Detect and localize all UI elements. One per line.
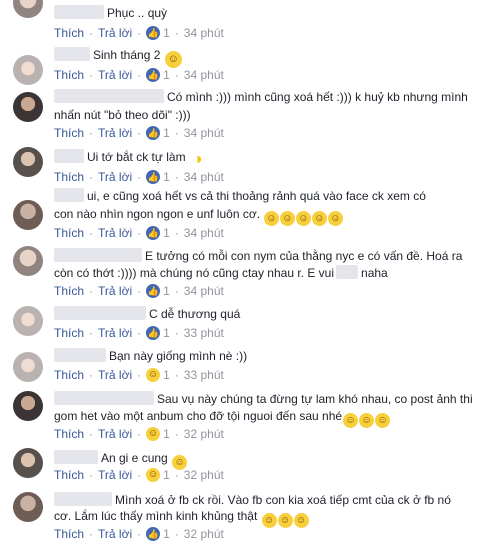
like-link[interactable]: Thích [54,284,84,298]
blurred-name[interactable] [54,348,106,362]
avatar[interactable] [13,92,43,122]
blurred-name[interactable] [54,47,90,61]
reply-link[interactable]: Trả lời [98,170,132,184]
like-link[interactable]: Thích [54,427,84,441]
comment-actions: Thích · Trả lời · ☺ 1 · 32 phút [54,468,224,482]
comment-text-line-2: cơ. Lắm lúc thấy mình kinh khủng thật ☺ ☺… [54,508,309,528]
comment-text-line-1: Có mình :))) mình cũng xoá hết :))) k hu… [54,89,468,105]
like-reaction-icon[interactable]: 👍 [146,170,161,184]
comment-text: Sinh tháng 2 ☺ [54,47,182,68]
comment-actions: Thích · Trả lời · ☺ 1 · 33 phút [54,368,224,382]
like-link[interactable]: Thích [54,368,84,382]
like-link[interactable]: Thích [54,68,84,82]
like-reaction-icon[interactable]: 👍 [146,26,161,40]
comment-text-line-2: còn có thớt :)))) mà chúng nó cũng ctay … [54,265,388,280]
haha-reaction-icon[interactable]: ☺ [146,368,161,382]
like-reaction-icon[interactable]: 👍 [146,527,161,541]
laughing-emoji-icon: ☺ [343,413,359,428]
comment-text: Phục .. quỳ [54,5,167,21]
reply-link[interactable]: Trả lời [98,68,132,82]
comment-actions: Thích · Trả lời · ☺ 1 · 32 phút [54,427,224,441]
comment-text-line-2: gom het vào một anbum cho đỡ tội nguoi đ… [54,408,391,428]
rofl-emoji-icon: ☺ [310,208,330,229]
comment-text-line-2: nhấn nút "bỏ theo dõi" :))) [54,108,191,122]
blurred-name[interactable] [54,188,84,202]
reply-link[interactable]: Trả lời [98,527,132,541]
blurred-name[interactable] [54,89,164,103]
laughing-emoji-icon: ☺ [277,513,293,528]
like-reaction-icon[interactable]: 👍 [146,68,161,82]
reply-link[interactable]: Trả lời [98,468,132,482]
blurred-name [336,265,359,279]
comment-actions: Thích · Trả lời · 👍 1 · 34 phút [54,26,224,40]
comment-actions: Thích · Trả lời · 👍 1 · 34 phút [54,126,224,140]
blurred-name[interactable] [54,391,154,405]
like-link[interactable]: Thích [54,326,84,340]
comment-text-line-1: Sau vụ này chúng ta đừng tự lam khó nhau… [54,391,473,407]
comment-actions: Thích · Trả lời · 👍 1 · 34 phút [54,68,224,82]
blurred-name[interactable] [54,306,146,320]
avatar[interactable] [13,147,43,177]
like-reaction-icon[interactable]: 👍 [146,226,161,240]
comment-actions: Thích · Trả lời · 👍 1 · 34 phút [54,170,224,184]
reply-link[interactable]: Trả lời [98,427,132,441]
comment-text: Ui tớ bắt ck tự làm ◑ [54,149,205,168]
rofl-emoji-icon: ☺ [326,208,346,229]
like-reaction-icon[interactable]: 👍 [146,126,161,140]
like-link[interactable]: Thích [54,126,84,140]
pacman-emoji-icon: ◑ [192,151,203,168]
blurred-name[interactable] [54,492,112,506]
comment-text-line-1: E tưởng có mỗi con nym của thằng nyc e c… [54,248,462,264]
reply-link[interactable]: Trả lời [98,126,132,140]
comment-text: Bạn này giống mình nè :)) [54,348,247,364]
blurred-name[interactable] [54,248,142,262]
laughing-emoji-icon: ☺ [261,513,277,528]
like-reaction-icon[interactable]: 👍 [146,326,161,340]
avatar[interactable] [13,306,43,336]
laughing-emoji-icon: ☺ [359,413,375,428]
laughing-emoji-icon: ☺ [375,413,391,428]
comment-text: An gi e cung ☺ [54,450,188,470]
avatar[interactable] [13,448,43,478]
rofl-emoji-icon: ☺ [262,208,282,229]
smile-emoji-icon: ☺ [164,51,182,68]
like-link[interactable]: Thích [54,226,84,240]
blurred-name[interactable] [54,149,84,163]
comment-actions: Thích · Trả lời · 👍 1 · 32 phút [54,527,224,541]
avatar[interactable] [13,55,43,85]
haha-reaction-icon[interactable]: ☺ [146,427,161,441]
comment-actions: Thích · Trả lời · 👍 1 · 34 phút [54,284,224,298]
avatar[interactable] [13,492,43,522]
like-link[interactable]: Thích [54,468,84,482]
comment-actions: Thích · Trả lời · 👍 1 · 34 phút [54,226,224,240]
comment-text-line-2: con nào nhìn ngon ngon e unf luôn cơ. ☺ ☺… [54,206,346,229]
blurred-name[interactable] [54,450,98,464]
comment-actions: Thích · Trả lời · 👍 1 · 33 phút [54,326,224,340]
rofl-emoji-icon: ☺ [294,208,314,229]
like-link[interactable]: Thích [54,527,84,541]
blurred-name[interactable] [54,5,104,19]
like-link[interactable]: Thích [54,26,84,40]
avatar[interactable] [13,391,43,421]
like-link[interactable]: Thích [54,170,84,184]
reply-link[interactable]: Trả lời [98,368,132,382]
rofl-emoji-icon: ☺ [278,208,298,229]
like-reaction-icon[interactable]: 👍 [146,284,161,298]
haha-reaction-icon[interactable]: ☺ [146,468,161,482]
laughing-emoji-icon: ☺ [293,513,309,528]
comment-text: C dễ thương quá [54,306,240,322]
reply-link[interactable]: Trả lời [98,26,132,40]
comment-text-line-1: Mình xoá ở fb ck rồi. Vào fb con kia xoá… [54,492,451,508]
avatar[interactable] [13,200,43,230]
avatar[interactable] [13,352,43,382]
avatar[interactable] [13,246,43,276]
avatar[interactable] [13,0,43,18]
reply-link[interactable]: Trả lời [98,226,132,240]
reply-link[interactable]: Trả lời [98,326,132,340]
reply-link[interactable]: Trả lời [98,284,132,298]
comment-text-line-1: ui, e cũng xoá hết vs cả thi thoảng rảnh… [54,188,426,204]
